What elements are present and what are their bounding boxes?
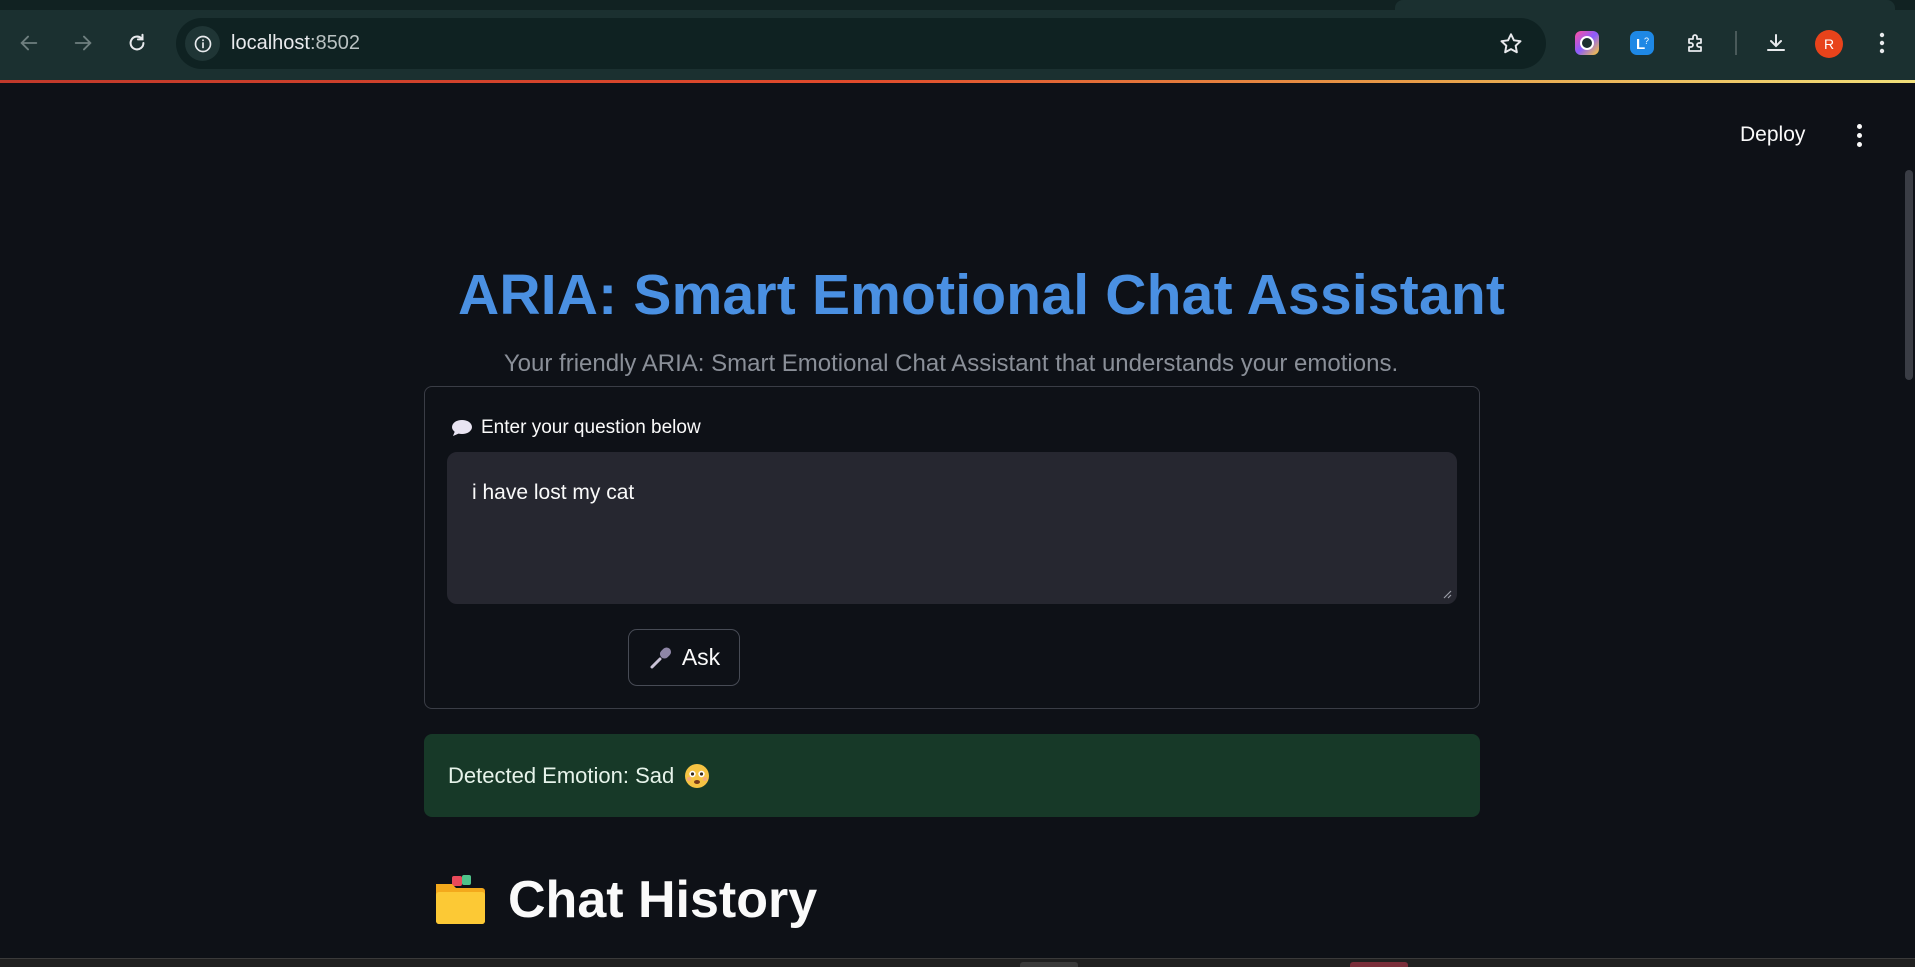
back-button[interactable] (12, 26, 46, 60)
browser-toolbar: localhost:8502 L? R (0, 0, 1915, 82)
emotion-alert: Detected Emotion: Sad (424, 734, 1480, 817)
question-textarea[interactable]: i have lost my cat (447, 452, 1457, 604)
scrollbar-thumb[interactable] (1905, 170, 1913, 380)
tab-strip (0, 0, 1915, 10)
color-picker-extension-icon[interactable] (1573, 29, 1601, 57)
extensions-puzzle-icon[interactable] (1682, 29, 1710, 57)
sad-face-icon (685, 763, 710, 788)
address-bar[interactable]: localhost:8502 (176, 18, 1546, 69)
ask-button-label: Ask (681, 644, 721, 670)
forward-button[interactable] (66, 26, 100, 60)
arrow-right-icon (74, 35, 92, 51)
browser-menu-icon[interactable] (1868, 29, 1896, 57)
speech-bubble-icon (452, 420, 472, 436)
reload-icon (129, 33, 145, 51)
taskbar-edge (0, 958, 1915, 967)
profile-avatar[interactable]: R (1815, 30, 1843, 58)
folder-icon (436, 875, 485, 924)
active-tab[interactable] (1395, 0, 1895, 10)
deploy-button[interactable]: Deploy (1740, 120, 1805, 150)
site-info-button[interactable] (185, 26, 220, 61)
info-icon (194, 35, 211, 52)
url-text: localhost:8502 (231, 32, 360, 54)
downloads-icon[interactable] (1762, 29, 1790, 57)
microphone-icon (650, 646, 671, 668)
translate-extension-icon[interactable]: L? (1628, 29, 1656, 57)
chat-history-title: Chat History (508, 871, 818, 929)
page-subtitle: Your friendly ARIA: Smart Emotional Chat… (503, 350, 1399, 377)
app-menu-icon[interactable] (1850, 120, 1868, 150)
arrow-left-icon (20, 35, 38, 51)
reload-button[interactable] (120, 26, 154, 60)
loading-bar (0, 80, 1915, 83)
page-header: ARIA: Smart Emotional Chat Assistant (440, 260, 1505, 330)
question-text: i have lost my cat (472, 481, 635, 504)
taskbar-item[interactable] (1350, 962, 1408, 967)
taskbar-item[interactable] (1020, 962, 1078, 967)
chat-history-header: Chat History (432, 868, 817, 932)
ask-button[interactable]: Ask (628, 629, 740, 686)
question-label-text: Enter your question below (481, 417, 701, 438)
toolbar-divider (1735, 31, 1737, 55)
question-label: Enter your question below (451, 417, 701, 439)
emotion-text: Detected Emotion: Sad (448, 762, 675, 788)
page-title: ARIA: Smart Emotional Chat Assistant (458, 263, 1506, 327)
svg-text:?: ? (1644, 36, 1649, 46)
question-form: Enter your question below i have lost my… (424, 386, 1480, 709)
resize-handle-icon[interactable] (1442, 589, 1452, 599)
bookmark-star-icon[interactable] (1498, 31, 1524, 57)
